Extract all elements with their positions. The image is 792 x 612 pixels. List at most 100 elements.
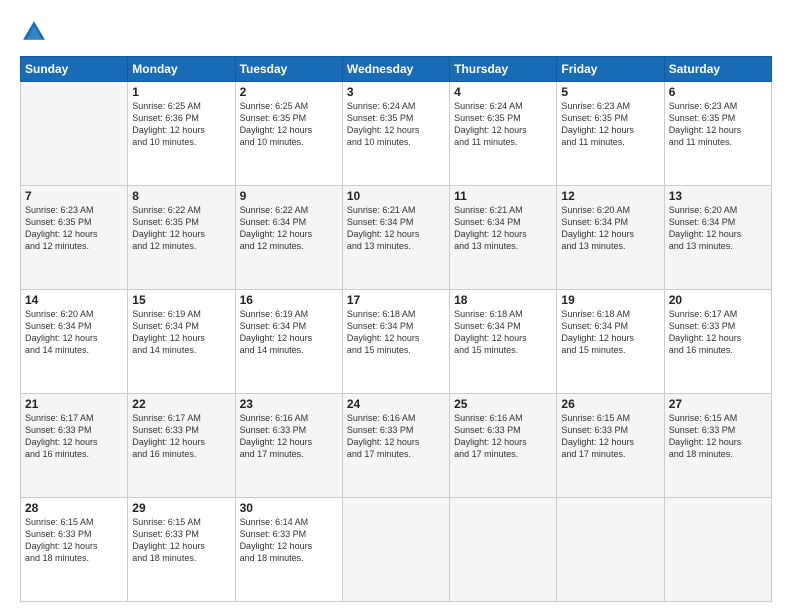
day-number: 9 bbox=[240, 189, 338, 203]
day-info: Sunrise: 6:23 AMSunset: 6:35 PMDaylight:… bbox=[561, 100, 659, 149]
calendar-cell: 26Sunrise: 6:15 AMSunset: 6:33 PMDayligh… bbox=[557, 394, 664, 498]
day-number: 23 bbox=[240, 397, 338, 411]
calendar-cell: 30Sunrise: 6:14 AMSunset: 6:33 PMDayligh… bbox=[235, 498, 342, 602]
week-row-1: 1Sunrise: 6:25 AMSunset: 6:36 PMDaylight… bbox=[21, 82, 772, 186]
day-info: Sunrise: 6:22 AMSunset: 6:35 PMDaylight:… bbox=[132, 204, 230, 253]
day-info: Sunrise: 6:17 AMSunset: 6:33 PMDaylight:… bbox=[132, 412, 230, 461]
day-header-monday: Monday bbox=[128, 57, 235, 82]
week-row-3: 14Sunrise: 6:20 AMSunset: 6:34 PMDayligh… bbox=[21, 290, 772, 394]
calendar-cell: 13Sunrise: 6:20 AMSunset: 6:34 PMDayligh… bbox=[664, 186, 771, 290]
day-number: 13 bbox=[669, 189, 767, 203]
day-number: 17 bbox=[347, 293, 445, 307]
day-info: Sunrise: 6:20 AMSunset: 6:34 PMDaylight:… bbox=[669, 204, 767, 253]
page: SundayMondayTuesdayWednesdayThursdayFrid… bbox=[0, 0, 792, 612]
day-info: Sunrise: 6:25 AMSunset: 6:36 PMDaylight:… bbox=[132, 100, 230, 149]
day-number: 5 bbox=[561, 85, 659, 99]
day-number: 1 bbox=[132, 85, 230, 99]
week-row-4: 21Sunrise: 6:17 AMSunset: 6:33 PMDayligh… bbox=[21, 394, 772, 498]
day-number: 12 bbox=[561, 189, 659, 203]
calendar-cell: 8Sunrise: 6:22 AMSunset: 6:35 PMDaylight… bbox=[128, 186, 235, 290]
day-number: 18 bbox=[454, 293, 552, 307]
day-number: 30 bbox=[240, 501, 338, 515]
calendar-cell: 18Sunrise: 6:18 AMSunset: 6:34 PMDayligh… bbox=[450, 290, 557, 394]
calendar-cell: 29Sunrise: 6:15 AMSunset: 6:33 PMDayligh… bbox=[128, 498, 235, 602]
day-header-tuesday: Tuesday bbox=[235, 57, 342, 82]
day-info: Sunrise: 6:18 AMSunset: 6:34 PMDaylight:… bbox=[454, 308, 552, 357]
day-info: Sunrise: 6:21 AMSunset: 6:34 PMDaylight:… bbox=[347, 204, 445, 253]
header-row: SundayMondayTuesdayWednesdayThursdayFrid… bbox=[21, 57, 772, 82]
day-header-friday: Friday bbox=[557, 57, 664, 82]
calendar-cell: 5Sunrise: 6:23 AMSunset: 6:35 PMDaylight… bbox=[557, 82, 664, 186]
calendar-cell bbox=[664, 498, 771, 602]
day-info: Sunrise: 6:15 AMSunset: 6:33 PMDaylight:… bbox=[132, 516, 230, 565]
day-info: Sunrise: 6:16 AMSunset: 6:33 PMDaylight:… bbox=[454, 412, 552, 461]
day-number: 10 bbox=[347, 189, 445, 203]
day-number: 29 bbox=[132, 501, 230, 515]
calendar-cell: 12Sunrise: 6:20 AMSunset: 6:34 PMDayligh… bbox=[557, 186, 664, 290]
calendar-cell: 1Sunrise: 6:25 AMSunset: 6:36 PMDaylight… bbox=[128, 82, 235, 186]
day-info: Sunrise: 6:24 AMSunset: 6:35 PMDaylight:… bbox=[347, 100, 445, 149]
calendar-cell: 14Sunrise: 6:20 AMSunset: 6:34 PMDayligh… bbox=[21, 290, 128, 394]
day-number: 19 bbox=[561, 293, 659, 307]
logo bbox=[20, 18, 52, 46]
calendar-cell: 11Sunrise: 6:21 AMSunset: 6:34 PMDayligh… bbox=[450, 186, 557, 290]
day-info: Sunrise: 6:25 AMSunset: 6:35 PMDaylight:… bbox=[240, 100, 338, 149]
day-number: 3 bbox=[347, 85, 445, 99]
day-info: Sunrise: 6:22 AMSunset: 6:34 PMDaylight:… bbox=[240, 204, 338, 253]
week-row-2: 7Sunrise: 6:23 AMSunset: 6:35 PMDaylight… bbox=[21, 186, 772, 290]
day-number: 20 bbox=[669, 293, 767, 307]
day-number: 6 bbox=[669, 85, 767, 99]
day-info: Sunrise: 6:23 AMSunset: 6:35 PMDaylight:… bbox=[25, 204, 123, 253]
calendar-cell: 25Sunrise: 6:16 AMSunset: 6:33 PMDayligh… bbox=[450, 394, 557, 498]
day-number: 11 bbox=[454, 189, 552, 203]
day-info: Sunrise: 6:18 AMSunset: 6:34 PMDaylight:… bbox=[347, 308, 445, 357]
day-header-sunday: Sunday bbox=[21, 57, 128, 82]
calendar-cell: 15Sunrise: 6:19 AMSunset: 6:34 PMDayligh… bbox=[128, 290, 235, 394]
calendar-cell: 17Sunrise: 6:18 AMSunset: 6:34 PMDayligh… bbox=[342, 290, 449, 394]
day-info: Sunrise: 6:15 AMSunset: 6:33 PMDaylight:… bbox=[561, 412, 659, 461]
week-row-5: 28Sunrise: 6:15 AMSunset: 6:33 PMDayligh… bbox=[21, 498, 772, 602]
day-number: 28 bbox=[25, 501, 123, 515]
day-header-saturday: Saturday bbox=[664, 57, 771, 82]
calendar-cell: 16Sunrise: 6:19 AMSunset: 6:34 PMDayligh… bbox=[235, 290, 342, 394]
calendar-cell: 2Sunrise: 6:25 AMSunset: 6:35 PMDaylight… bbox=[235, 82, 342, 186]
day-header-wednesday: Wednesday bbox=[342, 57, 449, 82]
day-info: Sunrise: 6:16 AMSunset: 6:33 PMDaylight:… bbox=[347, 412, 445, 461]
logo-icon bbox=[20, 18, 48, 46]
calendar-cell: 20Sunrise: 6:17 AMSunset: 6:33 PMDayligh… bbox=[664, 290, 771, 394]
calendar-cell: 10Sunrise: 6:21 AMSunset: 6:34 PMDayligh… bbox=[342, 186, 449, 290]
day-info: Sunrise: 6:20 AMSunset: 6:34 PMDaylight:… bbox=[25, 308, 123, 357]
day-info: Sunrise: 6:18 AMSunset: 6:34 PMDaylight:… bbox=[561, 308, 659, 357]
calendar: SundayMondayTuesdayWednesdayThursdayFrid… bbox=[20, 56, 772, 602]
calendar-cell bbox=[450, 498, 557, 602]
calendar-cell bbox=[342, 498, 449, 602]
calendar-cell: 6Sunrise: 6:23 AMSunset: 6:35 PMDaylight… bbox=[664, 82, 771, 186]
day-info: Sunrise: 6:17 AMSunset: 6:33 PMDaylight:… bbox=[669, 308, 767, 357]
day-number: 4 bbox=[454, 85, 552, 99]
day-number: 7 bbox=[25, 189, 123, 203]
day-number: 21 bbox=[25, 397, 123, 411]
calendar-cell: 9Sunrise: 6:22 AMSunset: 6:34 PMDaylight… bbox=[235, 186, 342, 290]
day-info: Sunrise: 6:19 AMSunset: 6:34 PMDaylight:… bbox=[240, 308, 338, 357]
day-header-thursday: Thursday bbox=[450, 57, 557, 82]
calendar-cell: 4Sunrise: 6:24 AMSunset: 6:35 PMDaylight… bbox=[450, 82, 557, 186]
day-info: Sunrise: 6:20 AMSunset: 6:34 PMDaylight:… bbox=[561, 204, 659, 253]
day-info: Sunrise: 6:16 AMSunset: 6:33 PMDaylight:… bbox=[240, 412, 338, 461]
calendar-cell: 28Sunrise: 6:15 AMSunset: 6:33 PMDayligh… bbox=[21, 498, 128, 602]
day-info: Sunrise: 6:23 AMSunset: 6:35 PMDaylight:… bbox=[669, 100, 767, 149]
day-info: Sunrise: 6:15 AMSunset: 6:33 PMDaylight:… bbox=[25, 516, 123, 565]
day-info: Sunrise: 6:15 AMSunset: 6:33 PMDaylight:… bbox=[669, 412, 767, 461]
day-info: Sunrise: 6:24 AMSunset: 6:35 PMDaylight:… bbox=[454, 100, 552, 149]
calendar-cell: 27Sunrise: 6:15 AMSunset: 6:33 PMDayligh… bbox=[664, 394, 771, 498]
day-number: 25 bbox=[454, 397, 552, 411]
calendar-cell: 22Sunrise: 6:17 AMSunset: 6:33 PMDayligh… bbox=[128, 394, 235, 498]
day-number: 2 bbox=[240, 85, 338, 99]
day-number: 27 bbox=[669, 397, 767, 411]
day-number: 22 bbox=[132, 397, 230, 411]
day-number: 14 bbox=[25, 293, 123, 307]
day-info: Sunrise: 6:17 AMSunset: 6:33 PMDaylight:… bbox=[25, 412, 123, 461]
day-info: Sunrise: 6:19 AMSunset: 6:34 PMDaylight:… bbox=[132, 308, 230, 357]
day-info: Sunrise: 6:14 AMSunset: 6:33 PMDaylight:… bbox=[240, 516, 338, 565]
day-info: Sunrise: 6:21 AMSunset: 6:34 PMDaylight:… bbox=[454, 204, 552, 253]
calendar-cell: 19Sunrise: 6:18 AMSunset: 6:34 PMDayligh… bbox=[557, 290, 664, 394]
